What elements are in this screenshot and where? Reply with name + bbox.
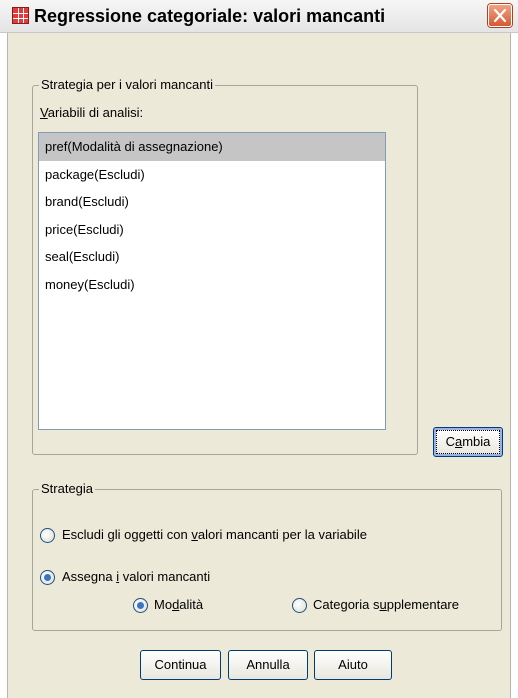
- cancel-button[interactable]: Annulla: [228, 650, 308, 680]
- impute-missing-radio[interactable]: [40, 570, 55, 585]
- list-item-brand[interactable]: brand(Escludi): [39, 188, 385, 216]
- analysis-variables-list[interactable]: pref(Modalità di assegnazione) package(E…: [38, 132, 386, 430]
- mode-radio[interactable]: [133, 598, 148, 613]
- window-right-border: [510, 33, 518, 698]
- list-item-money[interactable]: money(Escludi): [39, 271, 385, 299]
- list-item-pref[interactable]: pref(Modalità di assegnazione): [39, 133, 385, 161]
- list-item-package[interactable]: package(Escludi): [39, 161, 385, 189]
- extra-category-radio[interactable]: [292, 598, 307, 613]
- help-button[interactable]: Aiuto: [314, 650, 392, 680]
- mode-label[interactable]: Modalità: [154, 597, 203, 612]
- exclude-objects-label[interactable]: Escludi gli oggetti con valori mancanti …: [62, 527, 367, 542]
- impute-missing-label[interactable]: Assegna i valori mancanti: [62, 569, 210, 584]
- title-bar[interactable]: Regressione categoriale: valori mancanti: [0, 0, 518, 33]
- continue-button[interactable]: Continua: [140, 650, 221, 680]
- extra-category-label[interactable]: Categoria supplementare: [313, 597, 459, 612]
- exclude-objects-radio[interactable]: [40, 528, 55, 543]
- close-x-icon: [493, 8, 507, 23]
- window-left-border: [0, 33, 8, 698]
- strategy-legend: Strategia: [39, 481, 96, 496]
- analysis-variables-label: Variabili di analisi:: [40, 105, 144, 120]
- list-item-seal[interactable]: seal(Escludi): [39, 243, 385, 271]
- change-button[interactable]: Cambia: [433, 427, 503, 457]
- missing-value-strategy-legend: Strategia per i valori mancanti: [39, 77, 215, 92]
- window-title: Regressione categoriale: valori mancanti: [34, 6, 386, 26]
- list-item-price[interactable]: price(Escludi): [39, 216, 385, 244]
- spreadsheet-grid-icon: [12, 7, 29, 24]
- close-button[interactable]: [488, 4, 512, 27]
